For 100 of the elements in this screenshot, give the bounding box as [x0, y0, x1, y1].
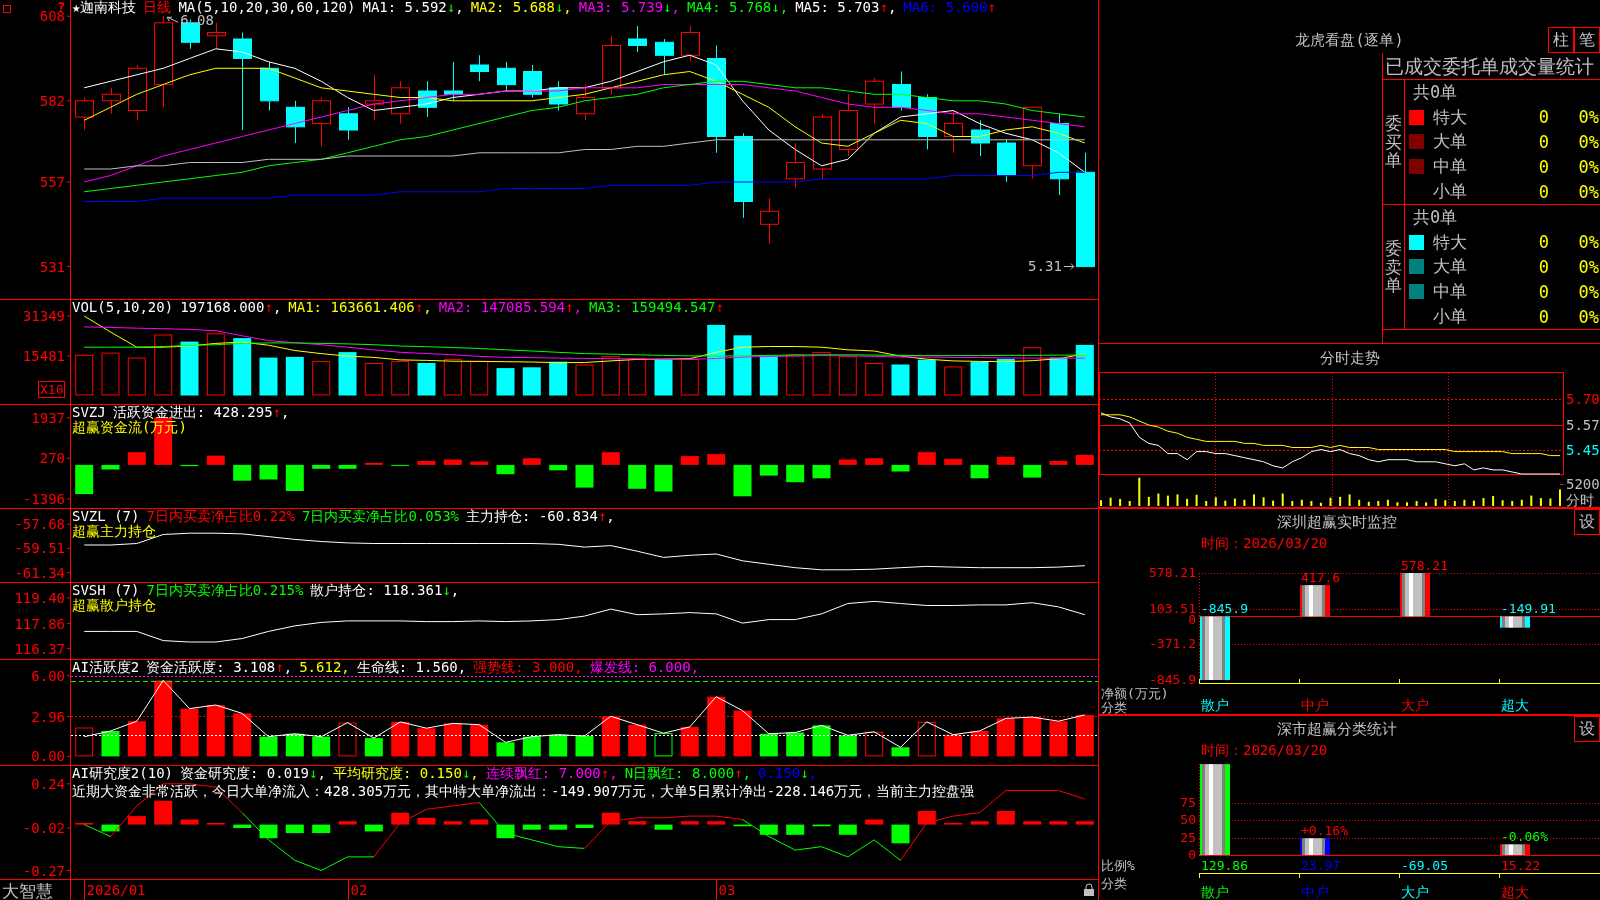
price-annotation: 5.31	[1028, 257, 1062, 274]
order-percent: 0%	[1578, 281, 1599, 302]
activity-bar	[891, 747, 910, 757]
axis-tick-label: 116.37	[14, 640, 65, 657]
lock-icon[interactable]	[1084, 883, 1094, 896]
value-label: 578.21	[1401, 558, 1448, 573]
panel-title: 分时走势	[1319, 348, 1380, 368]
volume-bar	[970, 361, 989, 396]
volume-bar	[1300, 499, 1303, 506]
volume-bar	[1549, 498, 1552, 506]
indicator-label: MA3: 5.739↓,	[578, 0, 680, 15]
research-bar	[154, 800, 173, 825]
order-count: 0	[1538, 181, 1549, 202]
research-bar	[127, 816, 146, 825]
research-bar	[364, 824, 383, 832]
volume-bar	[206, 333, 225, 396]
volume-bar	[1358, 499, 1361, 506]
indicator-label: 平均研究度: 0.150↓,	[332, 766, 479, 781]
volume-bar	[1205, 501, 1208, 506]
indicator-label: MA2: 5.688↓,	[470, 0, 572, 15]
fund-flow-bar	[364, 462, 383, 465]
fund-flow-bar	[759, 464, 778, 476]
volume-bar	[101, 352, 120, 396]
volume-bar	[285, 356, 304, 396]
settings-button[interactable]: 设	[1574, 509, 1600, 535]
fund-flow-bar	[75, 464, 94, 495]
activity-bar	[522, 736, 541, 757]
research-bar	[1023, 821, 1042, 825]
date-label: 02	[350, 882, 368, 898]
activity-bar	[707, 696, 726, 757]
fund-flow-bar	[838, 459, 857, 465]
timestamp-label: 时间：2026/03/20	[1201, 535, 1328, 553]
indicator-label: 0.150↓,	[758, 766, 818, 781]
volume-bar	[1176, 494, 1179, 506]
axis-tick-label: 15481	[22, 348, 65, 365]
mode-button[interactable]: 柱	[1548, 27, 1574, 53]
order-count: 0	[1538, 132, 1549, 152]
research-bar	[549, 824, 568, 830]
research-bar	[786, 824, 805, 835]
volume-bar	[549, 361, 568, 396]
change-label: -0.06%	[1501, 829, 1548, 845]
panel-title: 深市超赢分类统计	[1276, 720, 1397, 738]
category-label: 散户	[1201, 697, 1229, 713]
activity-bar	[180, 708, 199, 757]
volume-bar	[443, 358, 462, 396]
settings-button[interactable]: 设	[1574, 716, 1600, 742]
volume-bar	[127, 357, 146, 396]
fund-flow-bar	[206, 455, 225, 465]
square-icon[interactable]	[3, 5, 11, 13]
research-bar	[628, 821, 647, 825]
axis-tick-label: 119.40	[14, 589, 65, 606]
activity-bar	[996, 718, 1015, 757]
activity-bar	[601, 716, 620, 757]
volume-bar	[1291, 501, 1294, 506]
volume-bar	[1195, 494, 1198, 506]
fund-flow-bar	[180, 464, 199, 467]
order-percent: 0%	[1578, 232, 1599, 253]
research-bar	[680, 821, 699, 825]
volume-bar	[496, 368, 515, 396]
flow-bar	[1500, 616, 1530, 628]
activity-bar	[1075, 714, 1094, 757]
volume-bar	[1472, 500, 1475, 506]
mode-button[interactable]: 笔	[1574, 27, 1600, 53]
activity-bar	[812, 725, 831, 757]
activity-bar	[75, 727, 94, 757]
research-bar	[944, 822, 963, 825]
activity-bar	[1049, 721, 1068, 757]
volume-bar	[838, 356, 857, 396]
research-bar	[206, 822, 225, 825]
fund-flow-bar	[812, 464, 831, 479]
flow-bar	[1500, 844, 1530, 855]
volume-bar	[1128, 501, 1131, 506]
order-type-label: 特大	[1433, 230, 1467, 254]
volume-bar	[996, 358, 1015, 396]
indicator-label: 散户持仓: 118.361↓,	[310, 583, 460, 598]
axis-tick-label: 0.24	[31, 775, 65, 792]
volume-bar	[1233, 498, 1236, 506]
category-label: 中户	[1301, 884, 1329, 900]
candlestick	[655, 38, 674, 76]
activity-bar	[549, 734, 568, 757]
axis-tick-label: 6.00	[31, 667, 65, 684]
volume-bar	[1186, 498, 1189, 506]
axis-title: 净额(万元)	[1101, 686, 1169, 701]
order-count: 0	[1538, 257, 1549, 277]
volume-bar	[1530, 495, 1533, 506]
indicator-subtitle: 超赢主力持仓	[72, 524, 156, 539]
volume-bar	[1463, 499, 1466, 506]
volume-bar	[733, 335, 752, 396]
order-total: 共0单	[1412, 205, 1458, 229]
flow-bar	[1300, 585, 1330, 617]
candlestick	[470, 54, 489, 82]
axis-tick-label: -1396	[22, 490, 65, 507]
volume-bar	[707, 324, 726, 396]
group-label: 委卖单	[1385, 238, 1402, 296]
research-bar	[75, 822, 94, 825]
axis-label: 分时	[1566, 492, 1594, 507]
indicator-label: 资金研究度: 0.019↓,	[180, 766, 326, 781]
volume-bar	[1511, 501, 1514, 506]
candlestick	[813, 113, 832, 180]
indicator-label: 生命线: 1.560,	[356, 660, 467, 675]
